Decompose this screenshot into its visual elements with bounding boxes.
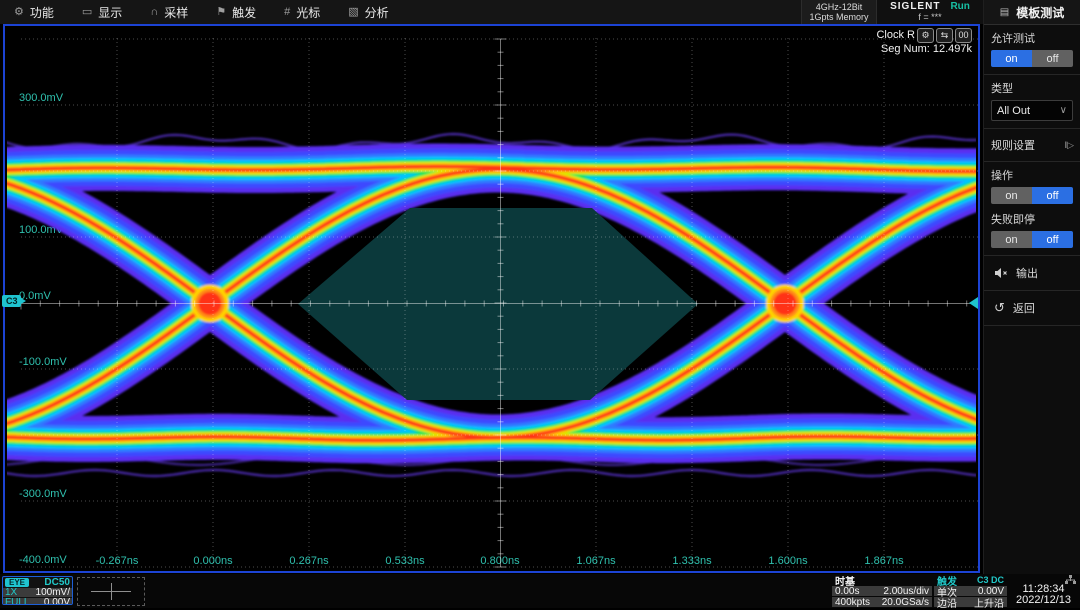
flag-icon: ⚑ [216, 7, 226, 18]
menu-item-function[interactable]: ⚙ 功能 [0, 0, 68, 24]
analysis-icon: ▧ [348, 7, 358, 18]
run-status[interactable]: Run [950, 1, 969, 12]
type-label: 类型 [991, 80, 1073, 96]
menu-item-display[interactable]: ▭ 显示 [68, 0, 136, 24]
step-into-icon: ‖▷ [1064, 140, 1073, 151]
svg-text:1.600ns: 1.600ns [768, 555, 808, 567]
allow-test-label: 允许测试 [991, 30, 1073, 46]
type-dropdown[interactable]: All Out ∨ [991, 100, 1073, 121]
trigger-level-marker[interactable] [969, 297, 978, 309]
memory-depth: 400kpts [835, 597, 870, 608]
system-info: 4GHz-12Bit 1Gpts Memory SIGLENT Run f = … [801, 0, 983, 24]
trigger-kind: 边沿 [937, 595, 957, 610]
trigger-box[interactable]: 触发C3 DC 单次0.00V 边沿上升沿 [934, 575, 1007, 607]
operate-toggle[interactable]: onoff [991, 187, 1073, 204]
svg-text:-300.0mV: -300.0mV [19, 488, 67, 500]
preview-trigger-position [111, 583, 112, 600]
status-bar: EYE DC50 1X 100mV/ FULL 0.00V 时基 0.00s2.… [0, 574, 1080, 608]
menu-item-analysis[interactable]: ▧ 分析 [334, 0, 402, 24]
operate-label: 操作 [991, 167, 1073, 183]
speaker-mute-icon [994, 267, 1008, 279]
type-value: All Out [997, 105, 1030, 117]
section-allow-test: 允许测试 onoff [984, 25, 1080, 75]
mask-test-panel: ▤ 模板测试 允许测试 onoff 类型 All Out ∨ 规则设置 ‖▷ 操… [983, 0, 1080, 574]
panel-header: ▤ 模板测试 [984, 0, 1080, 25]
svg-text:-400.0mV: -400.0mV [19, 554, 67, 566]
trigger-frequency-readout: f = *** [918, 12, 941, 23]
gear-icon[interactable]: ⚙ [917, 28, 934, 43]
output-row[interactable]: 输出 [984, 256, 1080, 291]
channel-descriptor-box[interactable]: EYE DC50 1X 100mV/ FULL 0.00V [2, 576, 73, 605]
delay-position-preview[interactable] [77, 577, 145, 606]
menu-item-label: 功能 [30, 4, 54, 21]
timebase-scale: 2.00us/div [883, 586, 929, 597]
svg-text:1.333ns: 1.333ns [672, 555, 712, 567]
svg-text:1.067ns: 1.067ns [576, 555, 616, 567]
back-row[interactable]: ↺ 返回 [984, 291, 1080, 326]
bandwidth-label: 4GHz-12Bit [816, 2, 863, 12]
svg-text:0.533ns: 0.533ns [385, 555, 425, 567]
resize-arrows-icon[interactable]: ⇆ [936, 28, 953, 43]
network-icon [1065, 575, 1076, 584]
bandwidth-memory-info: 4GHz-12Bit 1Gpts Memory [801, 0, 876, 24]
trigger-source: C3 DC [977, 575, 1004, 585]
cursor-icon: # [284, 7, 290, 18]
rules-label: 规则设置 [991, 137, 1035, 153]
svg-text:-100.0mV: -100.0mV [19, 356, 67, 368]
stop-on-fail-toggle[interactable]: onoff [991, 231, 1073, 248]
panel-title: 模板测试 [1016, 4, 1064, 21]
section-type: 类型 All Out ∨ [984, 75, 1080, 129]
back-arrow-icon: ↺ [994, 300, 1005, 316]
vertical-offset: 0.00V [44, 597, 70, 605]
chevron-down-icon: ∨ [1060, 105, 1067, 116]
channel-offset-marker[interactable]: C3 [2, 295, 21, 307]
scope-display: 300.0mV200.0mV100.0mV0.0mV-100.0mV-200.0… [3, 24, 980, 573]
bandwidth-limit: FULL [5, 597, 29, 605]
eye-channel-badge: EYE [5, 578, 29, 587]
menu-item-label: 采样 [164, 4, 188, 21]
sample-rate: 20.0GSa/s [882, 597, 929, 608]
allow-test-toggle[interactable]: onoff [991, 50, 1073, 67]
menu-item-label: 分析 [365, 4, 389, 21]
gear-icon: ⚙ [14, 7, 24, 18]
menu-item-label: 光标 [296, 4, 320, 21]
brand-status-box[interactable]: SIGLENT Run f = *** [876, 0, 983, 24]
menu-item-cursor[interactable]: # 光标 [270, 0, 334, 24]
menu-item-label: 显示 [98, 4, 122, 21]
clock-date: 2022/12/13 [1009, 595, 1078, 606]
section-operate: 操作 onoff 失败即停 onoff [984, 162, 1080, 256]
memory-label: 1Gpts Memory [809, 12, 868, 22]
output-label: 输出 [1016, 265, 1038, 281]
menu-item-trigger[interactable]: ⚑ 触发 [202, 0, 270, 24]
eye-diagram-plot[interactable]: 300.0mV200.0mV100.0mV0.0mV-100.0mV-200.0… [5, 26, 978, 571]
svg-text:0.000ns: 0.000ns [193, 555, 233, 567]
segment-count: Seg Num: 12.497k [876, 43, 972, 56]
svg-text:0.267ns: 0.267ns [289, 555, 329, 567]
timebase-delay: 0.00s [835, 586, 859, 597]
svg-text:1.867ns: 1.867ns [864, 555, 904, 567]
menu-item-label: 触发 [232, 4, 256, 21]
clock-recovery-label: Clock R [876, 29, 915, 42]
clock-value-chip[interactable]: 00 [955, 28, 972, 43]
svg-text:-0.267ns: -0.267ns [96, 555, 139, 567]
back-label: 返回 [1013, 300, 1035, 316]
trigger-slope: 上升沿 [974, 595, 1004, 610]
sampling-icon: ∩ [150, 7, 158, 18]
stop-on-fail-label: 失败即停 [991, 211, 1073, 227]
datetime-box: 11:28:34 2022/12/13 [1009, 575, 1078, 607]
brand-logo: SIGLENT [890, 1, 940, 12]
menu-item-acquire[interactable]: ∩ 采样 [136, 0, 202, 24]
rules-setting-row[interactable]: 规则设置 ‖▷ [984, 129, 1080, 162]
svg-text:300.0mV: 300.0mV [19, 92, 64, 104]
timebase-box[interactable]: 时基 0.00s2.00us/div 400kpts20.0GSa/s [832, 575, 932, 607]
acquisition-readout: Clock R ⚙ ⇆ 00 Seg Num: 12.497k [876, 28, 972, 56]
list-icon: ▤ [1000, 7, 1009, 18]
monitor-icon: ▭ [82, 7, 92, 18]
